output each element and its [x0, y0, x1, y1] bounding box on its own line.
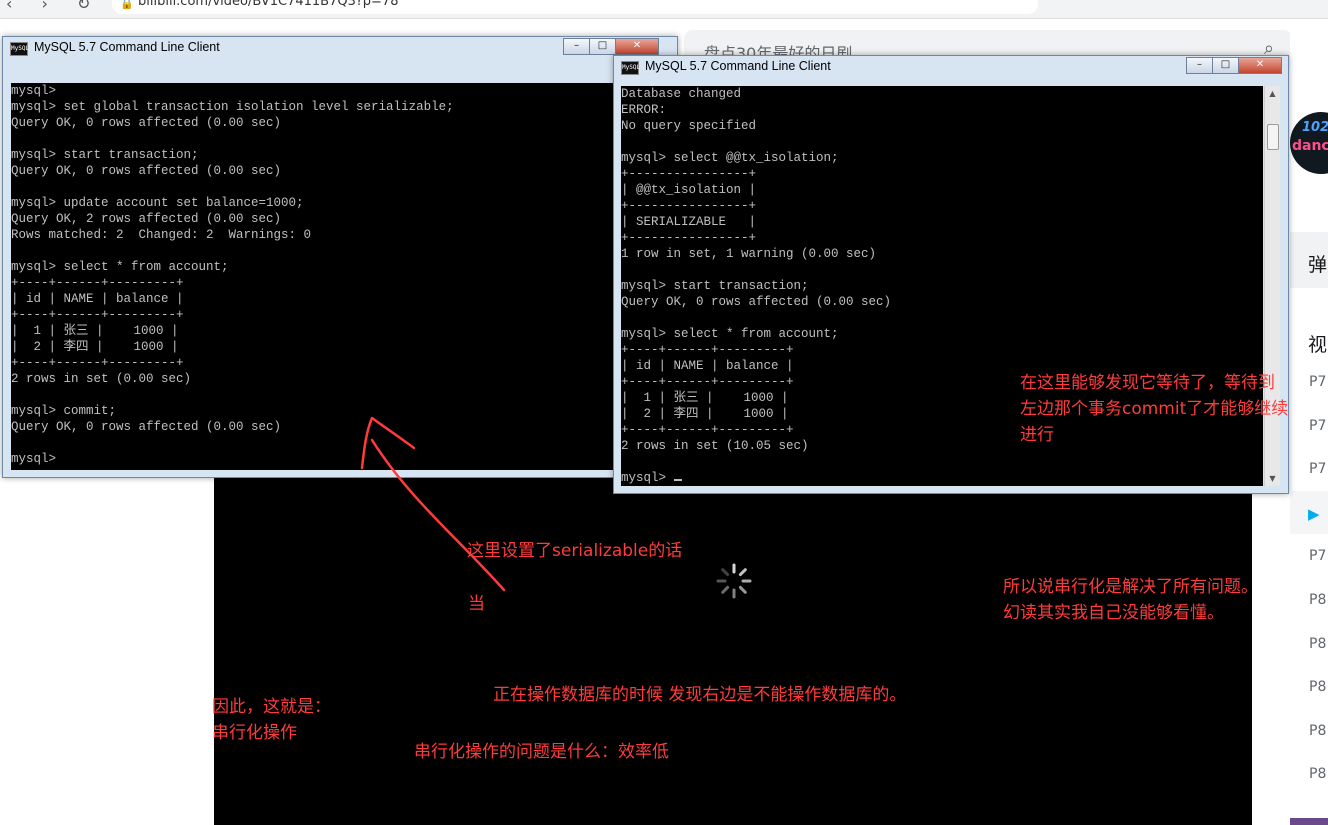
- window-controls: – □ ✕: [1186, 57, 1282, 74]
- maximize-button[interactable]: □: [589, 38, 616, 55]
- minimize-button[interactable]: –: [563, 38, 590, 55]
- episode-item[interactable]: P8: [1290, 752, 1328, 796]
- thumbnail-image[interactable]: [1290, 818, 1328, 825]
- address-bar[interactable]: 🔒 bilibili.com/video/BV1C7411B7Q3?p=78: [112, 0, 1038, 14]
- episode-item-active[interactable]: ▶: [1290, 490, 1328, 535]
- danmu-label: 弹: [1308, 254, 1328, 276]
- annotation-solved-note: 所以说串行化是解决了所有问题。 幻读其实我自己没能够看懂。: [1003, 577, 1258, 623]
- play-icon: ▶: [1308, 504, 1320, 523]
- episode-item[interactable]: P7: [1290, 360, 1328, 404]
- annotation-operating-note: 正在操作数据库的时候 发现右边是不能操作数据库的。: [493, 685, 907, 705]
- title-bar[interactable]: MySQL MySQL 5.7 Command Line Client – □ …: [3, 37, 677, 59]
- window-title: MySQL 5.7 Command Line Client: [34, 40, 220, 54]
- scroll-up-icon[interactable]: ▲: [1265, 86, 1280, 101]
- video-list-title: 视: [1308, 334, 1328, 356]
- episode-item[interactable]: P7: [1290, 447, 1328, 491]
- annotation-wait-note: 在这里能够发现它等待了，等待到 左边那个事务commit了才能够继续 进行: [1020, 373, 1289, 445]
- maximize-button[interactable]: □: [1212, 57, 1239, 74]
- close-button[interactable]: ✕: [1238, 57, 1282, 74]
- episode-item[interactable]: P8: [1290, 578, 1328, 622]
- annotation-therefore-note: 因此，这就是： 串行化操作: [212, 697, 331, 743]
- text-cursor: [673, 479, 682, 481]
- browser-toolbar: ‹ › ↻ 🔒 bilibili.com/video/BV1C7411B7Q3?…: [0, 0, 1328, 19]
- annotation-arrow: [360, 416, 506, 592]
- console-text: mysql> mysql> set global transaction iso…: [11, 84, 454, 466]
- console-output[interactable]: mysql> mysql> set global transaction iso…: [11, 83, 675, 470]
- right-sidebar: 102 danci 弹 视 P7 P7 P7 ▶ P7 P8 P8 P8 P8 …: [1290, 30, 1328, 825]
- episode-item[interactable]: P7: [1290, 534, 1328, 578]
- loading-spinner-icon: [716, 563, 752, 599]
- window-title: MySQL 5.7 Command Line Client: [645, 59, 831, 73]
- minimize-button[interactable]: –: [1186, 57, 1213, 74]
- episode-item[interactable]: P8: [1290, 622, 1328, 666]
- annotation-serializable-note: 这里设置了serializable的话: [467, 541, 683, 561]
- avatar[interactable]: 102 danci: [1290, 112, 1328, 174]
- annotation-dang: 当: [468, 594, 485, 614]
- lock-icon: 🔒: [120, 0, 134, 10]
- avatar-text-1: 102: [1302, 120, 1328, 135]
- avatar-text-2: danci: [1292, 138, 1328, 154]
- episode-item[interactable]: P8: [1290, 665, 1328, 709]
- annotation-problem-note: 串行化操作的问题是什么：效率低: [414, 742, 669, 762]
- mysql-window-left[interactable]: MySQL MySQL 5.7 Command Line Client – □ …: [2, 36, 678, 478]
- episode-item[interactable]: P8: [1290, 709, 1328, 753]
- danmu-panel-header[interactable]: 弹: [1290, 232, 1328, 288]
- console-icon: MySQL: [10, 42, 29, 56]
- console-icon: MySQL: [621, 61, 640, 75]
- episode-list: P7 P7 P7 ▶ P7 P8 P8 P8 P8 P8: [1290, 360, 1328, 796]
- scroll-down-icon[interactable]: ▼: [1265, 471, 1280, 486]
- window-controls: – □ ✕: [563, 38, 659, 55]
- title-bar[interactable]: MySQL MySQL 5.7 Command Line Client – □ …: [614, 56, 1288, 78]
- close-button[interactable]: ✕: [615, 38, 659, 55]
- address-bar-text: bilibili.com/video/BV1C7411B7Q3?p=78: [138, 0, 399, 9]
- episode-item[interactable]: P7: [1290, 404, 1328, 448]
- scrollbar-thumb[interactable]: [1267, 124, 1279, 150]
- browser-nav-buttons[interactable]: ‹ › ↻: [6, 0, 102, 13]
